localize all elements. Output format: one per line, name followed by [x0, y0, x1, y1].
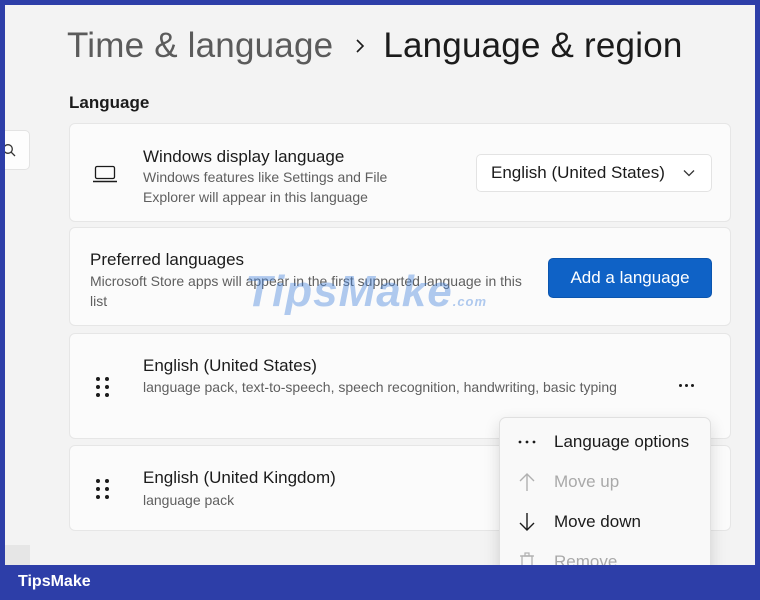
trash-icon — [517, 552, 537, 565]
menu-item-label: Move down — [554, 512, 641, 531]
language-name: English (United Kingdom) — [143, 468, 336, 487]
page-title: Language & region — [383, 26, 683, 65]
menu-item-move-down[interactable]: Move down — [500, 504, 712, 540]
breadcrumb-parent[interactable]: Time & language — [67, 26, 333, 66]
section-title: Language — [69, 93, 150, 112]
drag-handle-icon[interactable] — [96, 479, 109, 499]
watermark-text: TipsMake — [245, 267, 453, 316]
menu-item-label: Move up — [554, 472, 620, 491]
display-language-description: Windows features like Settings and File … — [143, 169, 388, 205]
arrow-down-icon — [517, 512, 537, 532]
more-horizontal-icon — [517, 432, 537, 452]
search-icon — [5, 144, 16, 157]
dropdown-value: English (United States) — [491, 163, 665, 182]
search-box-stub[interactable] — [5, 130, 30, 170]
display-language-dropdown[interactable]: English (United States) — [476, 154, 712, 192]
menu-item-remove[interactable]: Remove — [500, 544, 712, 565]
arrow-up-icon — [517, 472, 537, 492]
language-features: language pack — [143, 492, 235, 508]
menu-item-move-up[interactable]: Move up — [500, 464, 712, 500]
watermark-suffix: .com — [452, 294, 488, 309]
laptop-icon — [92, 164, 118, 189]
brand-footer: TipsMake — [0, 565, 760, 600]
language-features: language pack, text-to-speech, speech re… — [143, 379, 617, 395]
preferred-languages-title: Preferred languages — [90, 250, 245, 269]
display-language-title: Windows display language — [143, 147, 345, 166]
menu-item-label: Language options — [554, 432, 690, 451]
chevron-right-icon — [355, 38, 365, 54]
chevron-down-icon — [683, 170, 695, 177]
breadcrumb: Time & language Language & region — [67, 23, 683, 69]
drag-handle-icon[interactable] — [96, 377, 109, 397]
add-language-button[interactable]: Add a language — [548, 258, 712, 298]
menu-item-label: Remove — [554, 552, 618, 565]
more-options-button[interactable] — [666, 372, 706, 398]
watermark: TipsMake.com — [245, 267, 487, 317]
menu-item-language-options[interactable]: Language options — [500, 424, 712, 460]
nav-stub — [5, 545, 30, 565]
language-name: English (United States) — [143, 356, 317, 375]
display-language-card: Windows display language Windows feature… — [69, 123, 731, 222]
language-context-menu: Language options Move up Move down Remov… — [499, 417, 711, 565]
brand-logo-text: TipsMake — [18, 573, 91, 590]
settings-window: Time & language Language & region Langua… — [5, 5, 755, 565]
